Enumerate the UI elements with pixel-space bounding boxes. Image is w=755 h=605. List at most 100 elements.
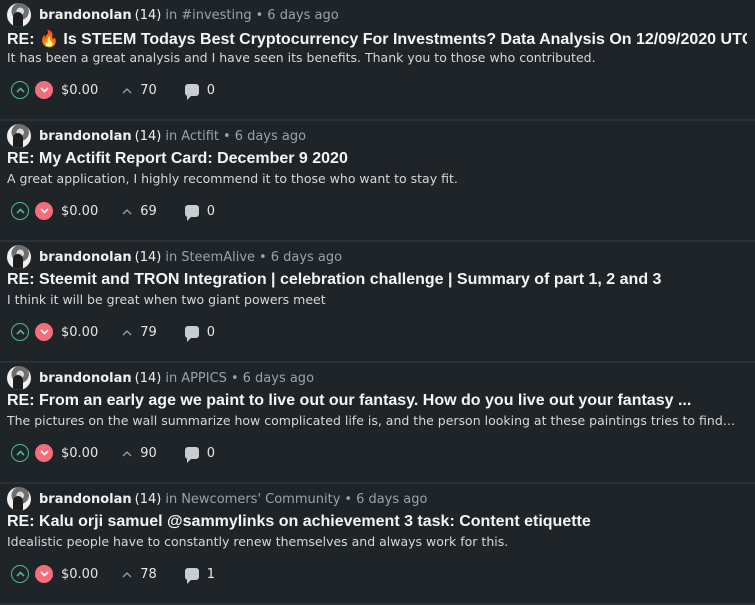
- chevron-up-icon: [122, 446, 132, 460]
- title-prefix: RE:: [7, 271, 35, 288]
- community-link[interactable]: Actifit: [181, 129, 219, 144]
- chevron-up-icon: [122, 325, 132, 339]
- downvote-button[interactable]: [35, 202, 53, 220]
- author-link[interactable]: brandonolan: [39, 8, 132, 23]
- reputation-score: (14): [134, 370, 162, 386]
- payout-value[interactable]: $0.00: [61, 83, 98, 98]
- upvote-button[interactable]: [11, 81, 29, 99]
- avatar[interactable]: [7, 366, 31, 390]
- title-prefix: RE:: [7, 31, 35, 48]
- post-excerpt[interactable]: I think it will be great when two giant …: [7, 292, 745, 307]
- vote-count[interactable]: 69: [140, 204, 157, 219]
- post-title[interactable]: RE: My Actifit Report Card: December 9 2…: [7, 150, 747, 168]
- post-card[interactable]: brandonolan (14) in #investing • 6 days …: [0, 0, 755, 121]
- upvote-button[interactable]: [11, 565, 29, 583]
- post-excerpt[interactable]: The pictures on the wall summarize how c…: [7, 413, 745, 428]
- post-time[interactable]: 6 days ago: [235, 129, 306, 144]
- downvote-button[interactable]: [35, 81, 53, 99]
- post-card[interactable]: brandonolan (14) in APPICS • 6 days ago …: [0, 363, 755, 484]
- post-title[interactable]: RE: Steemit and TRON Integration | celeb…: [7, 271, 747, 289]
- comment-count[interactable]: 0: [207, 83, 215, 98]
- post-card[interactable]: brandonolan (14) in Actifit • 6 days ago…: [0, 121, 755, 242]
- avatar[interactable]: [7, 487, 31, 511]
- comment-count[interactable]: 0: [207, 325, 215, 340]
- title-text: From an early age we paint to live out o…: [39, 392, 692, 409]
- separator-dot: •: [230, 370, 239, 386]
- post-actions: $0.00 78 1: [11, 564, 215, 584]
- payout-value[interactable]: $0.00: [61, 325, 98, 340]
- separator-dot: •: [255, 7, 264, 23]
- comment-bubble-icon[interactable]: [184, 447, 199, 463]
- upvote-button[interactable]: [11, 323, 29, 341]
- title-prefix: RE:: [7, 513, 35, 530]
- title-text: My Actifit Report Card: December 9 2020: [39, 150, 348, 167]
- chevron-up-icon: [122, 204, 132, 218]
- post-actions: $0.00 79 0: [11, 322, 215, 342]
- author-link[interactable]: brandonolan: [39, 371, 132, 386]
- reputation-score: (14): [134, 249, 162, 265]
- post-header: brandonolan (14) in Actifit • 6 days ago: [7, 124, 306, 148]
- upvote-button[interactable]: [11, 444, 29, 462]
- author-link[interactable]: brandonolan: [39, 129, 132, 144]
- post-title[interactable]: RE: From an early age we paint to live o…: [7, 392, 747, 410]
- comment-count[interactable]: 0: [207, 204, 215, 219]
- reputation-score: (14): [134, 491, 162, 507]
- comment-bubble-icon[interactable]: [184, 326, 199, 342]
- community-link[interactable]: SteemAlive: [181, 250, 255, 265]
- post-excerpt[interactable]: It has been a great analysis and I have …: [7, 50, 745, 65]
- comment-count[interactable]: 1: [207, 567, 215, 582]
- chevron-up-circle-icon: [15, 87, 25, 93]
- author-link[interactable]: brandonolan: [39, 250, 132, 265]
- title-prefix: RE:: [7, 392, 35, 409]
- vote-count[interactable]: 70: [140, 83, 157, 98]
- post-title[interactable]: RE: Kalu orji samuel @sammylinks on achi…: [7, 513, 747, 531]
- post-time[interactable]: 6 days ago: [356, 492, 427, 507]
- in-label: in: [165, 491, 178, 507]
- post-card[interactable]: brandonolan (14) in SteemAlive • 6 days …: [0, 242, 755, 363]
- author-link[interactable]: brandonolan: [39, 492, 132, 507]
- community-link[interactable]: APPICS: [181, 371, 227, 386]
- in-label: in: [165, 249, 178, 265]
- payout-value[interactable]: $0.00: [61, 567, 98, 582]
- in-label: in: [165, 7, 178, 23]
- downvote-button[interactable]: [35, 444, 53, 462]
- chevron-down-circle-icon: [39, 329, 49, 335]
- payout-value[interactable]: $0.00: [61, 446, 98, 461]
- chevron-down-circle-icon: [39, 571, 49, 577]
- chevron-up-circle-icon: [15, 571, 25, 577]
- chevron-up-icon: [122, 83, 132, 97]
- community-link[interactable]: Newcomers' Community: [181, 492, 340, 507]
- post-time[interactable]: 6 days ago: [271, 250, 342, 265]
- post-title[interactable]: RE: 🔥 Is STEEM Todays Best Cryptocurrenc…: [7, 29, 747, 49]
- downvote-button[interactable]: [35, 565, 53, 583]
- comment-count[interactable]: 0: [207, 446, 215, 461]
- community-link[interactable]: #investing: [181, 8, 251, 23]
- comment-bubble-icon[interactable]: [184, 205, 199, 221]
- upvote-button[interactable]: [11, 202, 29, 220]
- post-actions: $0.00 70 0: [11, 80, 215, 100]
- payout-value[interactable]: $0.00: [61, 204, 98, 219]
- post-excerpt[interactable]: A great application, I highly recommend …: [7, 171, 745, 186]
- title-prefix: RE:: [7, 150, 35, 167]
- reputation-score: (14): [134, 7, 162, 23]
- separator-dot: •: [344, 491, 353, 507]
- post-card[interactable]: brandonolan (14) in Newcomers' Community…: [0, 484, 755, 605]
- reputation-score: (14): [134, 128, 162, 144]
- chevron-up-circle-icon: [15, 450, 25, 456]
- vote-count[interactable]: 90: [140, 446, 157, 461]
- post-time[interactable]: 6 days ago: [243, 371, 314, 386]
- comment-bubble-icon[interactable]: [184, 568, 199, 584]
- in-label: in: [165, 128, 178, 144]
- vote-count[interactable]: 79: [140, 325, 157, 340]
- avatar[interactable]: [7, 3, 31, 27]
- chevron-down-circle-icon: [39, 208, 49, 214]
- post-time[interactable]: 6 days ago: [267, 8, 338, 23]
- avatar[interactable]: [7, 124, 31, 148]
- post-header: brandonolan (14) in Newcomers' Community…: [7, 487, 427, 511]
- comment-bubble-icon[interactable]: [184, 84, 199, 100]
- vote-count[interactable]: 78: [140, 567, 157, 582]
- post-excerpt[interactable]: Idealistic people have to constantly ren…: [7, 534, 745, 549]
- avatar[interactable]: [7, 245, 31, 269]
- chevron-up-circle-icon: [15, 208, 25, 214]
- downvote-button[interactable]: [35, 323, 53, 341]
